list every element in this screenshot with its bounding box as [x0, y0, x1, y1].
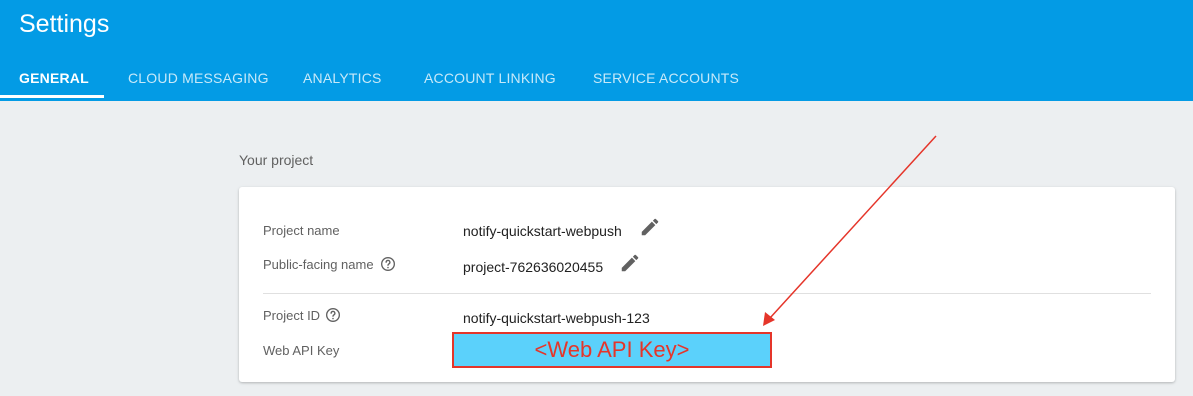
project-id-value: notify-quickstart-webpush-123 — [463, 310, 650, 326]
web-api-key-label: Web API Key — [263, 343, 339, 358]
public-facing-name-value: project-762636020455 — [463, 259, 604, 275]
tab-cloud-messaging[interactable]: CLOUD MESSAGING — [128, 58, 269, 98]
project-name-value: notify-quickstart-webpush — [463, 223, 622, 239]
web-api-key-label-text: Web API Key — [263, 343, 340, 358]
tab-account-linking[interactable]: ACCOUNT LINKING — [424, 58, 556, 98]
tab-analytics[interactable]: ANALYTICS — [303, 58, 382, 98]
edit-icon[interactable] — [619, 252, 641, 274]
settings-header: Settings GENERAL CLOUD MESSAGING ANALYTI… — [0, 0, 1193, 101]
public-facing-name-label: Public-facing name — [263, 256, 396, 272]
web-api-key-value: <Web API Key> — [452, 332, 772, 368]
project-id-label: Project ID — [263, 307, 341, 323]
project-name-label-text: Project name — [263, 223, 340, 238]
help-icon[interactable] — [380, 256, 396, 272]
project-name-label: Project name — [263, 223, 340, 238]
public-facing-name-label-text: Public-facing name — [263, 256, 374, 272]
project-id-label-text: Project ID — [263, 307, 321, 323]
settings-tabs: GENERAL CLOUD MESSAGING ANALYTICS ACCOUN… — [0, 58, 1193, 101]
project-card: Project name notify-quickstart-webpush P… — [239, 187, 1175, 382]
section-label-your-project: Your project — [239, 152, 314, 168]
tab-service-accounts[interactable]: SERVICE ACCOUNTS — [593, 58, 739, 98]
edit-icon[interactable] — [639, 216, 661, 238]
tab-general[interactable]: GENERAL — [0, 58, 104, 98]
help-icon[interactable] — [325, 307, 341, 323]
section-divider — [263, 293, 1151, 294]
page-title: Settings — [19, 10, 110, 38]
